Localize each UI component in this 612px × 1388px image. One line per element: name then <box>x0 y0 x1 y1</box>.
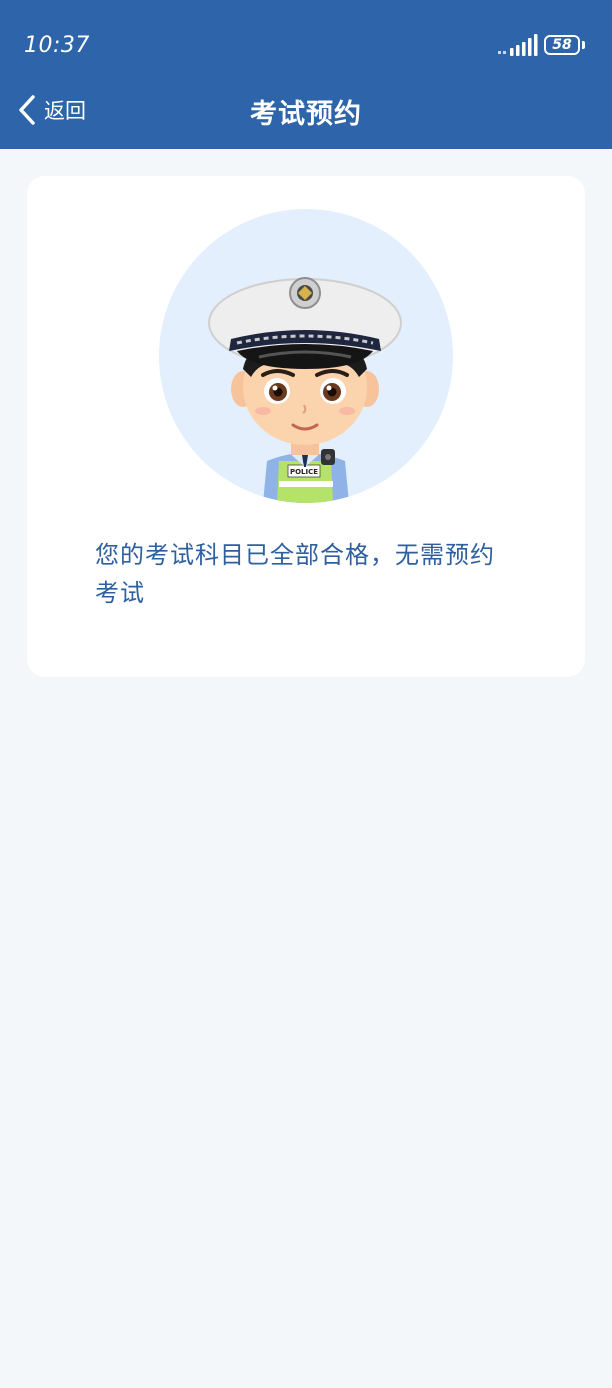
police-avatar: POLICE <box>159 209 453 503</box>
result-card: POLICE 您的考试科目已全部合格，无需预约考试 <box>27 176 585 677</box>
battery-icon: 58 <box>544 35 580 55</box>
status-time: 10:37 <box>24 33 90 58</box>
result-message: 您的考试科目已全部合格，无需预约考试 <box>95 541 495 607</box>
app-header: 10:37 58 返回 考试预约 <box>0 0 612 149</box>
signal-icon <box>498 34 538 56</box>
police-badge-text: POLICE <box>290 468 318 476</box>
battery-level: 58 <box>552 37 572 53</box>
police-cartoon-icon: POLICE <box>208 277 402 503</box>
page-title: 考试预约 <box>250 99 362 130</box>
battery-cap <box>582 41 585 49</box>
